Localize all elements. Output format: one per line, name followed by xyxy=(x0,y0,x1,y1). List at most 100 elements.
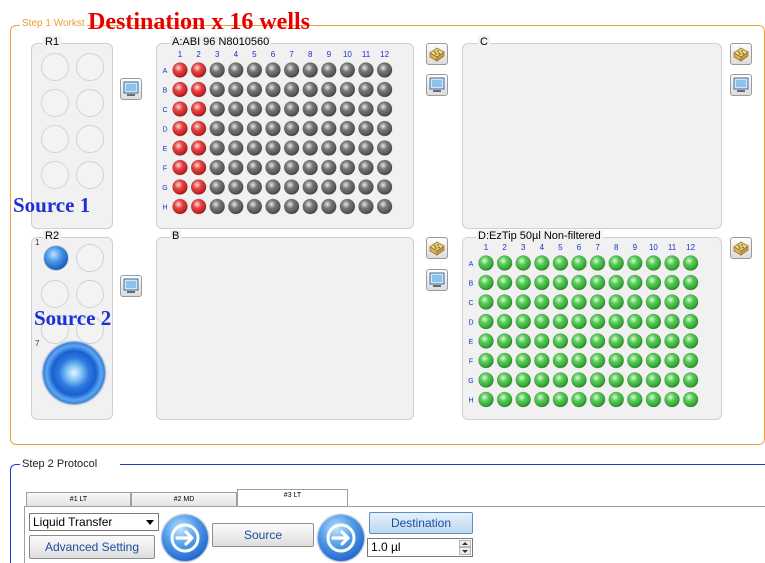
chevron-down-icon xyxy=(146,520,154,525)
labware-select-b-button[interactable] xyxy=(426,237,448,259)
arrow-right-icon[interactable] xyxy=(318,515,364,561)
well-shine xyxy=(191,199,206,214)
arrow-right-icon[interactable] xyxy=(162,515,208,561)
rack-r2-position-1: 1 xyxy=(35,238,40,247)
rack-r2-position-7: 7 xyxy=(35,339,40,348)
plate-column-label: 5 xyxy=(558,243,563,252)
plate-column-label: 1 xyxy=(178,50,183,59)
destination-button-label: Destination xyxy=(390,516,452,530)
well-shine xyxy=(553,294,568,310)
well-shine xyxy=(321,199,337,214)
well-shine xyxy=(265,62,281,78)
well-shine xyxy=(265,121,281,136)
well-shine xyxy=(172,179,188,195)
source-button[interactable]: Source xyxy=(212,523,314,547)
well-shine xyxy=(209,199,225,214)
rack-well[interactable] xyxy=(41,125,69,153)
well-shine xyxy=(478,333,494,349)
deck-view-r1-button[interactable] xyxy=(120,78,142,100)
well-shine xyxy=(191,101,206,117)
rack-r1-title: R1 xyxy=(43,36,62,48)
well-shine xyxy=(590,314,605,329)
well-shine xyxy=(571,255,587,271)
rack-well[interactable] xyxy=(76,280,104,308)
well-shine xyxy=(377,82,392,97)
well-shine xyxy=(340,121,355,136)
operation-select[interactable]: Liquid Transfer xyxy=(29,513,159,531)
deck-view-a-button[interactable] xyxy=(426,74,448,96)
well-shine xyxy=(627,294,643,310)
rack-well[interactable] xyxy=(76,161,104,189)
rack-well[interactable] xyxy=(41,53,69,81)
deck-view-c-button[interactable] xyxy=(730,74,752,96)
large-tube-icon[interactable] xyxy=(43,342,105,404)
well-shine xyxy=(228,179,244,195)
spinner-up-icon[interactable] xyxy=(459,540,471,547)
well-shine xyxy=(608,372,624,388)
well-shine xyxy=(321,62,337,78)
rack-well[interactable] xyxy=(76,53,104,81)
plate-c[interactable] xyxy=(462,43,722,229)
rack-well[interactable] xyxy=(76,89,104,117)
well-shine xyxy=(478,275,494,290)
rack-well[interactable] xyxy=(41,161,69,189)
tab-2[interactable]: #2 MD xyxy=(131,492,237,506)
deck-view-r2-button[interactable] xyxy=(120,275,142,297)
well-shine xyxy=(191,179,206,195)
tab-3-active[interactable]: #3 LT xyxy=(237,489,348,507)
destination-button[interactable]: Destination xyxy=(369,512,473,534)
advanced-setting-button[interactable]: Advanced Setting xyxy=(29,535,155,559)
well-shine xyxy=(646,392,661,407)
well-shine xyxy=(321,179,337,195)
labware-select-c-button[interactable] xyxy=(730,43,752,65)
plate-row-label: E xyxy=(469,339,474,346)
well-shine xyxy=(247,140,262,156)
plate-row-label: E xyxy=(163,146,168,153)
small-tube-icon[interactable] xyxy=(44,246,68,270)
labware-select-a-button[interactable] xyxy=(426,43,448,65)
well-shine xyxy=(265,199,281,214)
well-shine xyxy=(302,199,318,214)
well-shine xyxy=(377,140,392,156)
well-shine xyxy=(590,333,605,349)
volume-input[interactable]: 1.0 µl xyxy=(367,538,473,557)
well-shine xyxy=(340,62,355,78)
plate-a-grid[interactable]: 1 2 3 4 5 6 7 8 9 10 11 12ABCDEFGH xyxy=(156,45,414,225)
monitor-icon xyxy=(429,77,445,92)
well-shine xyxy=(627,255,643,271)
rack-well[interactable] xyxy=(41,280,69,308)
source-1-annotation: Source 1 xyxy=(13,193,91,217)
tab-2-label: #2 MD xyxy=(173,496,195,503)
protocol-legend: Step 2 Protocol xyxy=(20,458,100,470)
plate-column-label: 10 xyxy=(649,243,658,252)
well-shine xyxy=(340,101,355,117)
well-shine xyxy=(534,275,550,290)
rack-well[interactable] xyxy=(76,125,104,153)
well-shine xyxy=(321,101,337,117)
plate-column-label: 9 xyxy=(327,50,332,59)
labware-select-d-button[interactable] xyxy=(730,237,752,259)
plate-column-label: 2 xyxy=(196,50,201,59)
tab-1[interactable]: #1 LT xyxy=(26,492,131,506)
spinner-down-icon[interactable] xyxy=(459,547,471,555)
well-shine xyxy=(534,353,550,368)
plate-row-label: G xyxy=(468,378,473,385)
rack-well[interactable] xyxy=(41,89,69,117)
well-shine xyxy=(515,255,531,271)
well-shine xyxy=(228,140,244,156)
plate-row-label: C xyxy=(468,300,473,307)
well-shine xyxy=(534,255,550,271)
rack-well[interactable] xyxy=(76,244,104,272)
well-shine xyxy=(497,314,512,329)
plate-row-label: C xyxy=(162,107,167,114)
well-shine xyxy=(302,82,318,97)
well-shine xyxy=(478,294,494,310)
well-shine xyxy=(478,372,494,388)
plate-d-grid[interactable]: 1 2 3 4 5 6 7 8 9 10 11 12ABCDEFGH xyxy=(462,238,722,418)
well-shine xyxy=(172,62,188,78)
well-shine xyxy=(358,179,374,195)
deck-view-b-button[interactable] xyxy=(426,269,448,291)
well-shine xyxy=(534,392,550,407)
plate-b[interactable] xyxy=(156,237,414,420)
well-shine xyxy=(284,199,299,214)
